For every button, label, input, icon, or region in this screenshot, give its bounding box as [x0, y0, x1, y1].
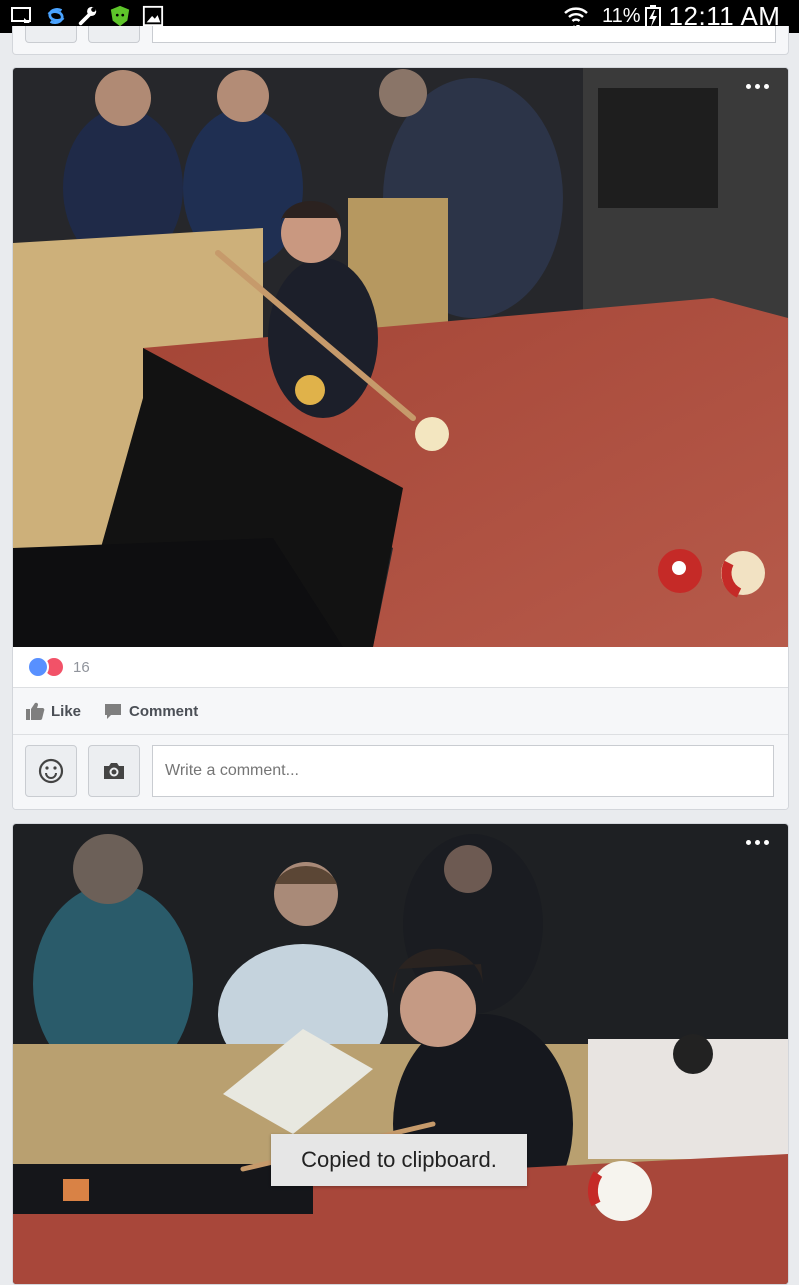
emoji-button[interactable] — [25, 745, 77, 797]
toast-message: Copied to clipboard. — [271, 1134, 527, 1186]
comment-input[interactable] — [152, 745, 774, 797]
like-label: Like — [51, 702, 82, 720]
action-bar: Like Comment — [13, 688, 788, 735]
thumbs-up-icon — [26, 702, 45, 721]
more-icon[interactable] — [746, 836, 776, 848]
android-shield-icon — [110, 5, 130, 27]
previous-post-comment-row — [12, 26, 789, 55]
camera-button[interactable] — [88, 26, 140, 43]
camera-button[interactable] — [88, 745, 140, 797]
wrench-icon — [78, 6, 97, 26]
emoji-icon — [38, 758, 64, 784]
image-icon — [142, 5, 164, 27]
reactions-bar[interactable]: 16 — [13, 647, 788, 688]
like-reaction-icon — [27, 656, 49, 678]
like-button[interactable]: Like — [25, 701, 81, 721]
comment-label: Comment — [129, 702, 199, 720]
comment-row — [13, 735, 788, 809]
post-photo[interactable] — [13, 824, 788, 1284]
screen-cast-icon — [11, 7, 31, 23]
camera-icon — [104, 763, 124, 779]
sync-icon — [47, 8, 65, 24]
reaction-count: 16 — [73, 658, 90, 676]
emoji-button[interactable] — [25, 26, 77, 43]
comment-bubble-icon — [105, 704, 122, 719]
post-card — [12, 823, 789, 1285]
comment-input[interactable] — [152, 26, 776, 43]
post-card: 16 Like Comment — [12, 67, 789, 810]
battery-percent: 11% — [602, 5, 641, 27]
comment-button[interactable]: Comment — [103, 701, 198, 721]
post-photo[interactable] — [13, 68, 788, 647]
more-icon[interactable] — [746, 80, 776, 92]
